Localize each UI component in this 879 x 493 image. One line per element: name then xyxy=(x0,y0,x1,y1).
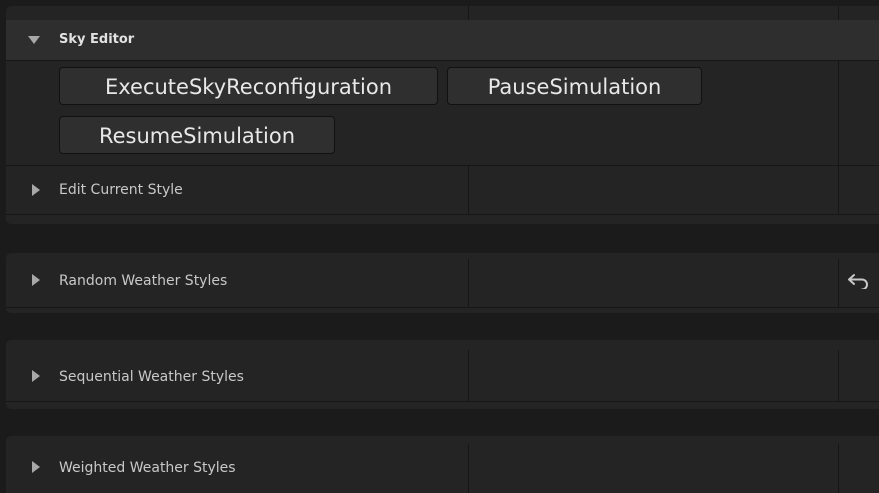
row-divider xyxy=(6,214,879,215)
pause-simulation-button[interactable]: PauseSimulation xyxy=(447,67,702,105)
reset-to-default-icon[interactable] xyxy=(848,273,870,289)
column-divider xyxy=(468,259,469,307)
triangle-right-icon[interactable] xyxy=(32,370,40,382)
sequential-weather-styles-label: Sequential Weather Styles xyxy=(59,369,244,385)
sky-editor-title: Sky Editor xyxy=(59,32,135,47)
column-divider xyxy=(838,61,839,166)
column-divider xyxy=(468,6,469,20)
random-weather-styles-label: Random Weather Styles xyxy=(59,273,228,289)
execute-sky-reconfiguration-button[interactable]: ExecuteSkyReconfiguration xyxy=(59,67,438,105)
triangle-down-icon[interactable] xyxy=(28,36,40,44)
column-divider xyxy=(838,444,839,493)
weighted-weather-styles-panel: Weighted Weather Styles xyxy=(6,436,879,493)
column-divider xyxy=(468,166,469,214)
column-divider xyxy=(838,350,839,401)
sequential-weather-styles-row[interactable]: Sequential Weather Styles xyxy=(6,350,879,401)
sky-editor-panel: Sky Editor ExecuteSkyReconfiguration Pau… xyxy=(6,6,879,224)
details-panel: Sky Editor ExecuteSkyReconfiguration Pau… xyxy=(0,0,879,493)
weighted-weather-styles-label: Weighted Weather Styles xyxy=(59,460,236,476)
triangle-right-icon[interactable] xyxy=(32,184,40,196)
sequential-weather-styles-panel: Sequential Weather Styles xyxy=(6,340,879,409)
weighted-weather-styles-row[interactable]: Weighted Weather Styles xyxy=(6,444,879,493)
column-divider xyxy=(468,444,469,493)
sky-editor-actions: ExecuteSkyReconfiguration PauseSimulatio… xyxy=(6,61,879,166)
edit-current-style-label: Edit Current Style xyxy=(59,182,183,198)
resume-simulation-button[interactable]: ResumeSimulation xyxy=(59,116,335,154)
random-weather-styles-row[interactable]: Random Weather Styles xyxy=(6,259,879,307)
column-divider xyxy=(838,6,839,20)
row-divider xyxy=(6,307,879,308)
triangle-right-icon[interactable] xyxy=(32,461,40,473)
column-divider xyxy=(838,259,839,307)
triangle-right-icon[interactable] xyxy=(32,274,40,286)
edit-current-style-row[interactable]: Edit Current Style xyxy=(6,166,879,214)
sky-editor-header[interactable]: Sky Editor xyxy=(6,20,879,61)
column-divider xyxy=(838,166,839,214)
row-divider xyxy=(6,401,879,402)
random-weather-styles-panel: Random Weather Styles xyxy=(6,253,879,313)
column-divider xyxy=(468,350,469,401)
